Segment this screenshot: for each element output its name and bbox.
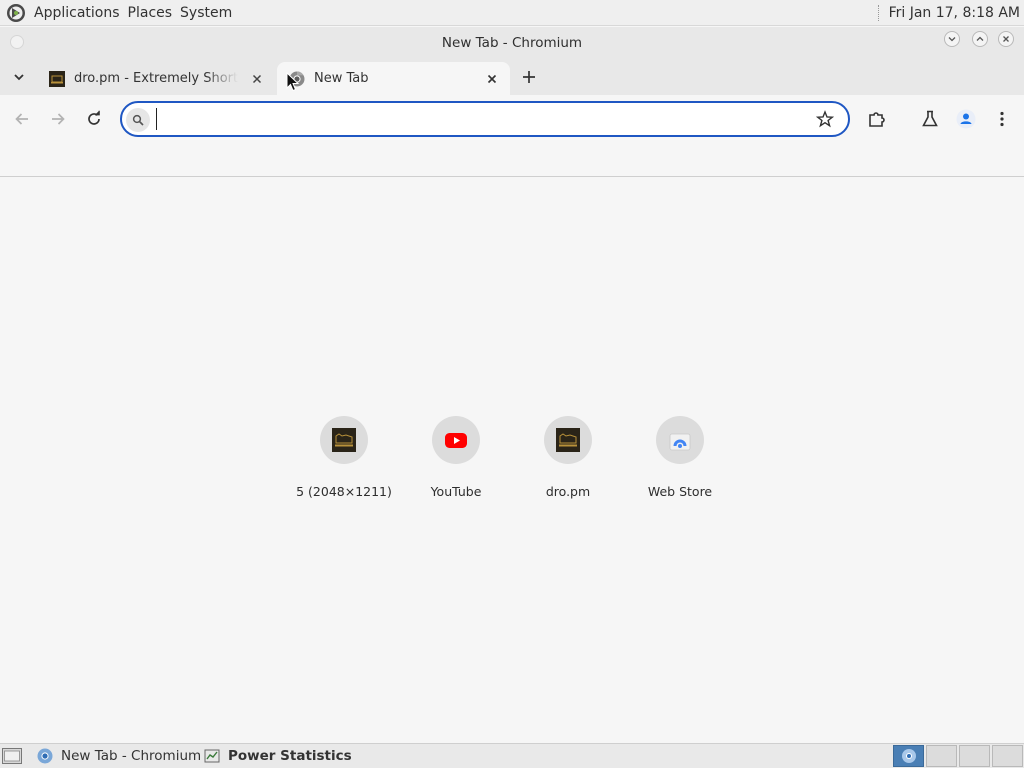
mouse-cursor-icon <box>286 72 300 92</box>
browser-toolbar <box>0 95 1024 143</box>
shortcut-icon-circle <box>544 416 592 464</box>
workspace-4[interactable] <box>992 745 1023 767</box>
applications-menu[interactable]: Applications <box>30 5 124 21</box>
tab-title: New Tab <box>314 71 369 86</box>
window-title: New Tab - Chromium <box>441 35 583 51</box>
shortcut-tile[interactable]: 5 (2048×1211) <box>288 414 400 504</box>
shortcut-label: 5 (2048×1211) <box>296 484 392 499</box>
chevron-up-icon <box>976 36 984 41</box>
dro-pm-favicon <box>556 428 580 452</box>
shortcut-label: dro.pm <box>545 484 591 499</box>
minimize-button[interactable] <box>944 31 960 47</box>
panel-menu-bar: Applications Places System <box>0 0 236 26</box>
shortcut-tile[interactable]: dro.pm <box>512 414 624 504</box>
clock[interactable]: Fri Jan 17, 8:18 AM <box>889 5 1024 21</box>
address-bar[interactable] <box>120 101 850 137</box>
window-close-button[interactable] <box>998 31 1014 47</box>
maximize-button[interactable] <box>972 31 988 47</box>
bookmarks-bar <box>0 143 1024 177</box>
shortcut-icon-circle <box>320 416 368 464</box>
tab-strip: dro.pm - Extremely Short Lin New Tab <box>0 58 1024 95</box>
power-statistics-icon <box>204 749 220 763</box>
tab-dro-pm[interactable]: dro.pm - Extremely Short Lin <box>37 62 275 95</box>
new-tab-button[interactable] <box>520 68 538 86</box>
shortcut-tile[interactable]: YouTube <box>400 414 512 504</box>
show-desktop-icon[interactable] <box>2 748 22 764</box>
reload-button[interactable] <box>84 109 104 129</box>
taskbar-item-label: New Tab - Chromium <box>61 748 202 764</box>
youtube-icon <box>445 433 467 448</box>
search-icon <box>126 108 150 132</box>
workspace-2[interactable] <box>926 745 957 767</box>
tab-new-tab[interactable]: New Tab <box>277 62 510 95</box>
shortcut-label: YouTube <box>430 484 482 499</box>
shortcut-icon-circle <box>432 416 480 464</box>
top-panel: Applications Places System Fri Jan 17, 8… <box>0 0 1024 26</box>
tab-close-icon[interactable] <box>249 71 265 87</box>
tab-title: dro.pm - Extremely Short Lin <box>74 71 238 86</box>
new-tab-page: 5 (2048×1211) YouTube dro.pm Web Store <box>0 177 1024 743</box>
panel-separator <box>877 5 881 21</box>
taskbar-item-label: Power Statistics <box>228 748 352 764</box>
chromium-icon <box>902 749 916 763</box>
shortcut-label: Web Store <box>647 484 713 499</box>
panel-tray: Fri Jan 17, 8:18 AM <box>877 0 1024 26</box>
web-store-icon <box>669 433 691 451</box>
close-icon <box>1003 36 1009 42</box>
window-titlebar[interactable]: New Tab - Chromium <box>0 27 1024 58</box>
back-button[interactable] <box>12 109 32 129</box>
taskbar-item-chromium[interactable]: New Tab - Chromium <box>37 744 201 768</box>
workspace-1[interactable] <box>893 745 924 767</box>
chevron-down-icon <box>948 37 956 42</box>
taskbar-item-power-statistics[interactable]: Power Statistics <box>204 744 352 768</box>
labs-flask-icon[interactable] <box>920 109 940 129</box>
bookmark-star-icon[interactable] <box>816 110 834 128</box>
forward-button[interactable] <box>48 109 68 129</box>
shortcut-icon-circle <box>656 416 704 464</box>
tab-close-icon[interactable] <box>484 71 500 87</box>
distro-logo-icon[interactable] <box>6 3 26 23</box>
workspace-3[interactable] <box>959 745 990 767</box>
shortcut-tile[interactable]: Web Store <box>624 414 736 504</box>
more-menu-icon[interactable] <box>992 109 1012 129</box>
dro-pm-favicon <box>332 428 356 452</box>
bottom-taskbar: New Tab - Chromium Power Statistics <box>0 743 1024 768</box>
profile-avatar-icon[interactable] <box>956 109 976 129</box>
address-input[interactable] <box>156 108 801 130</box>
extensions-icon[interactable] <box>867 109 887 129</box>
system-menu[interactable]: System <box>176 5 236 21</box>
chromium-icon <box>37 748 53 764</box>
dro-pm-favicon <box>49 70 65 87</box>
places-menu[interactable]: Places <box>124 5 177 21</box>
tab-search-button[interactable] <box>10 68 28 86</box>
